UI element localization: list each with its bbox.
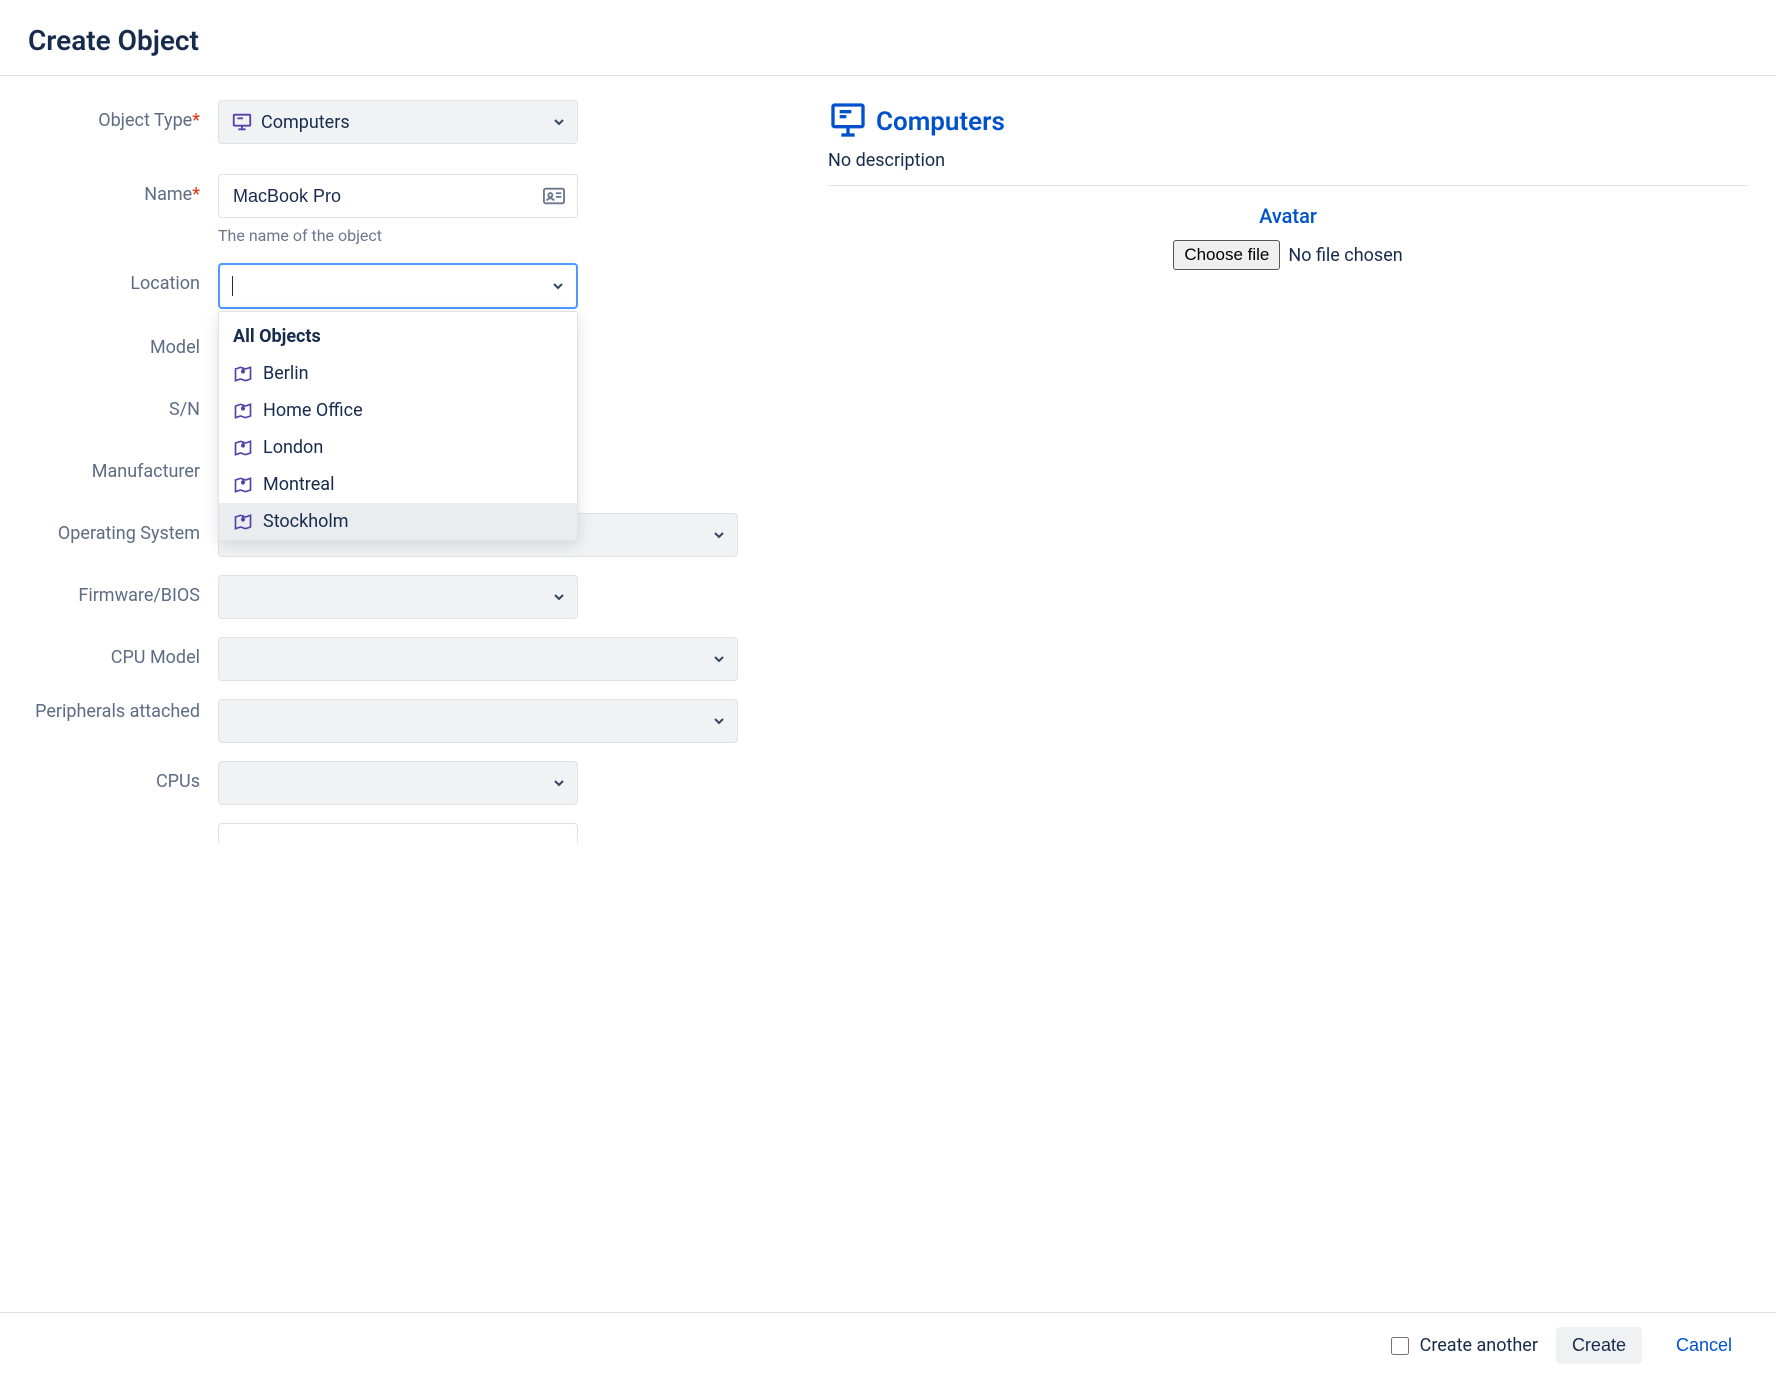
label-manufacturer: Manufacturer [28,451,218,482]
location-option-label: Stockholm [263,511,349,532]
field-cpu-model: CPU Model [28,637,748,681]
location-option-label: Montreal [263,474,334,495]
dialog-footer: Create another Create Cancel [0,1312,1776,1378]
form-column: Object Type* [28,100,748,923]
map-pin-icon [233,512,253,532]
label-sn: S/N [28,389,218,420]
field-cpus: CPUs [28,761,748,805]
input-name-wrapper [218,174,578,218]
dialog-title: Create Object [28,24,1752,57]
label-peripherals: Peripherals attached [28,699,218,722]
file-status: No file chosen [1288,245,1402,266]
label-location: Location [28,263,218,294]
field-object-type: Object Type* [28,100,748,144]
control-firmware [218,575,578,619]
location-option-label: Berlin [263,363,309,384]
side-title: Computers [876,107,1005,137]
side-header: Computers [828,100,1748,144]
chevron-down-icon [713,653,725,665]
control-name: The name of the object [218,174,578,245]
input-partial[interactable] [218,823,578,843]
location-option[interactable]: Stockholm [219,503,577,540]
location-option[interactable]: Home Office [219,392,577,429]
label-cpu-model: CPU Model [28,637,218,668]
create-another-label[interactable]: Create another [1387,1334,1538,1358]
dialog-header: Create Object [0,0,1776,76]
avatar-label: Avatar [828,204,1748,228]
chevron-down-icon [713,529,725,541]
avatar-section: Avatar Choose file No file chosen [828,186,1748,270]
file-chooser-row: Choose file No file chosen [1173,240,1402,270]
required-asterisk: * [192,110,200,131]
create-another-checkbox[interactable] [1391,1337,1409,1355]
control-partial [218,823,578,843]
control-peripherals [218,699,738,743]
field-name: Name* [28,174,748,245]
select-object-type[interactable]: Computers [218,100,578,144]
control-location: All Objects BerlinHome OfficeLondonMontr… [218,263,578,309]
control-cpus [218,761,578,805]
create-button[interactable]: Create [1556,1327,1642,1364]
select-firmware[interactable] [218,575,578,619]
object-type-value: Computers [261,112,350,133]
location-option-label: Home Office [263,400,363,421]
chevron-down-icon [553,116,565,128]
location-option-label: London [263,437,323,458]
select-location[interactable] [218,263,578,309]
location-option[interactable]: Montreal [219,466,577,503]
field-firmware: Firmware/BIOS [28,575,748,619]
location-dropdown: All Objects Berlin Home Office London Montr… [218,311,578,541]
select-cpus[interactable] [218,761,578,805]
field-peripherals: Peripherals attached [28,699,748,743]
dialog-body: Object Type* [0,76,1776,947]
label-cpus: CPUs [28,761,218,792]
computer-icon [231,111,253,133]
dropdown-header: All Objects [219,322,577,355]
label-os: Operating System [28,513,218,544]
name-input[interactable] [231,185,543,208]
chevron-down-icon [553,591,565,603]
create-object-dialog: Create Object Object Type* [0,0,1776,1378]
location-option[interactable]: London [219,429,577,466]
name-helper: The name of the object [218,226,578,245]
side-panel: Computers No description Avatar Choose f… [828,100,1748,923]
control-object-type: Computers [218,100,578,144]
cancel-button[interactable]: Cancel [1660,1327,1748,1364]
card-icon [543,187,565,205]
map-pin-icon [233,401,253,421]
map-pin-icon [233,364,253,384]
chevron-down-icon [713,715,725,727]
label-partial [28,823,218,833]
choose-file-button[interactable]: Choose file [1173,240,1280,270]
computer-icon [828,100,868,144]
chevron-down-icon [552,280,564,292]
chevron-down-icon [553,777,565,789]
side-description: No description [828,150,1748,186]
field-location: Location All Objects BerlinHome OfficeLo… [28,263,748,309]
required-asterisk: * [192,184,200,205]
select-peripherals[interactable] [218,699,738,743]
label-name: Name* [28,174,218,205]
map-pin-icon [233,438,253,458]
location-option[interactable]: Berlin [219,355,577,392]
text-cursor [232,276,233,296]
label-firmware: Firmware/BIOS [28,575,218,606]
select-cpu-model[interactable] [218,637,738,681]
label-object-type: Object Type* [28,100,218,131]
control-cpu-model [218,637,738,681]
map-pin-icon [233,475,253,495]
label-model: Model [28,327,218,358]
field-partial [28,823,748,843]
